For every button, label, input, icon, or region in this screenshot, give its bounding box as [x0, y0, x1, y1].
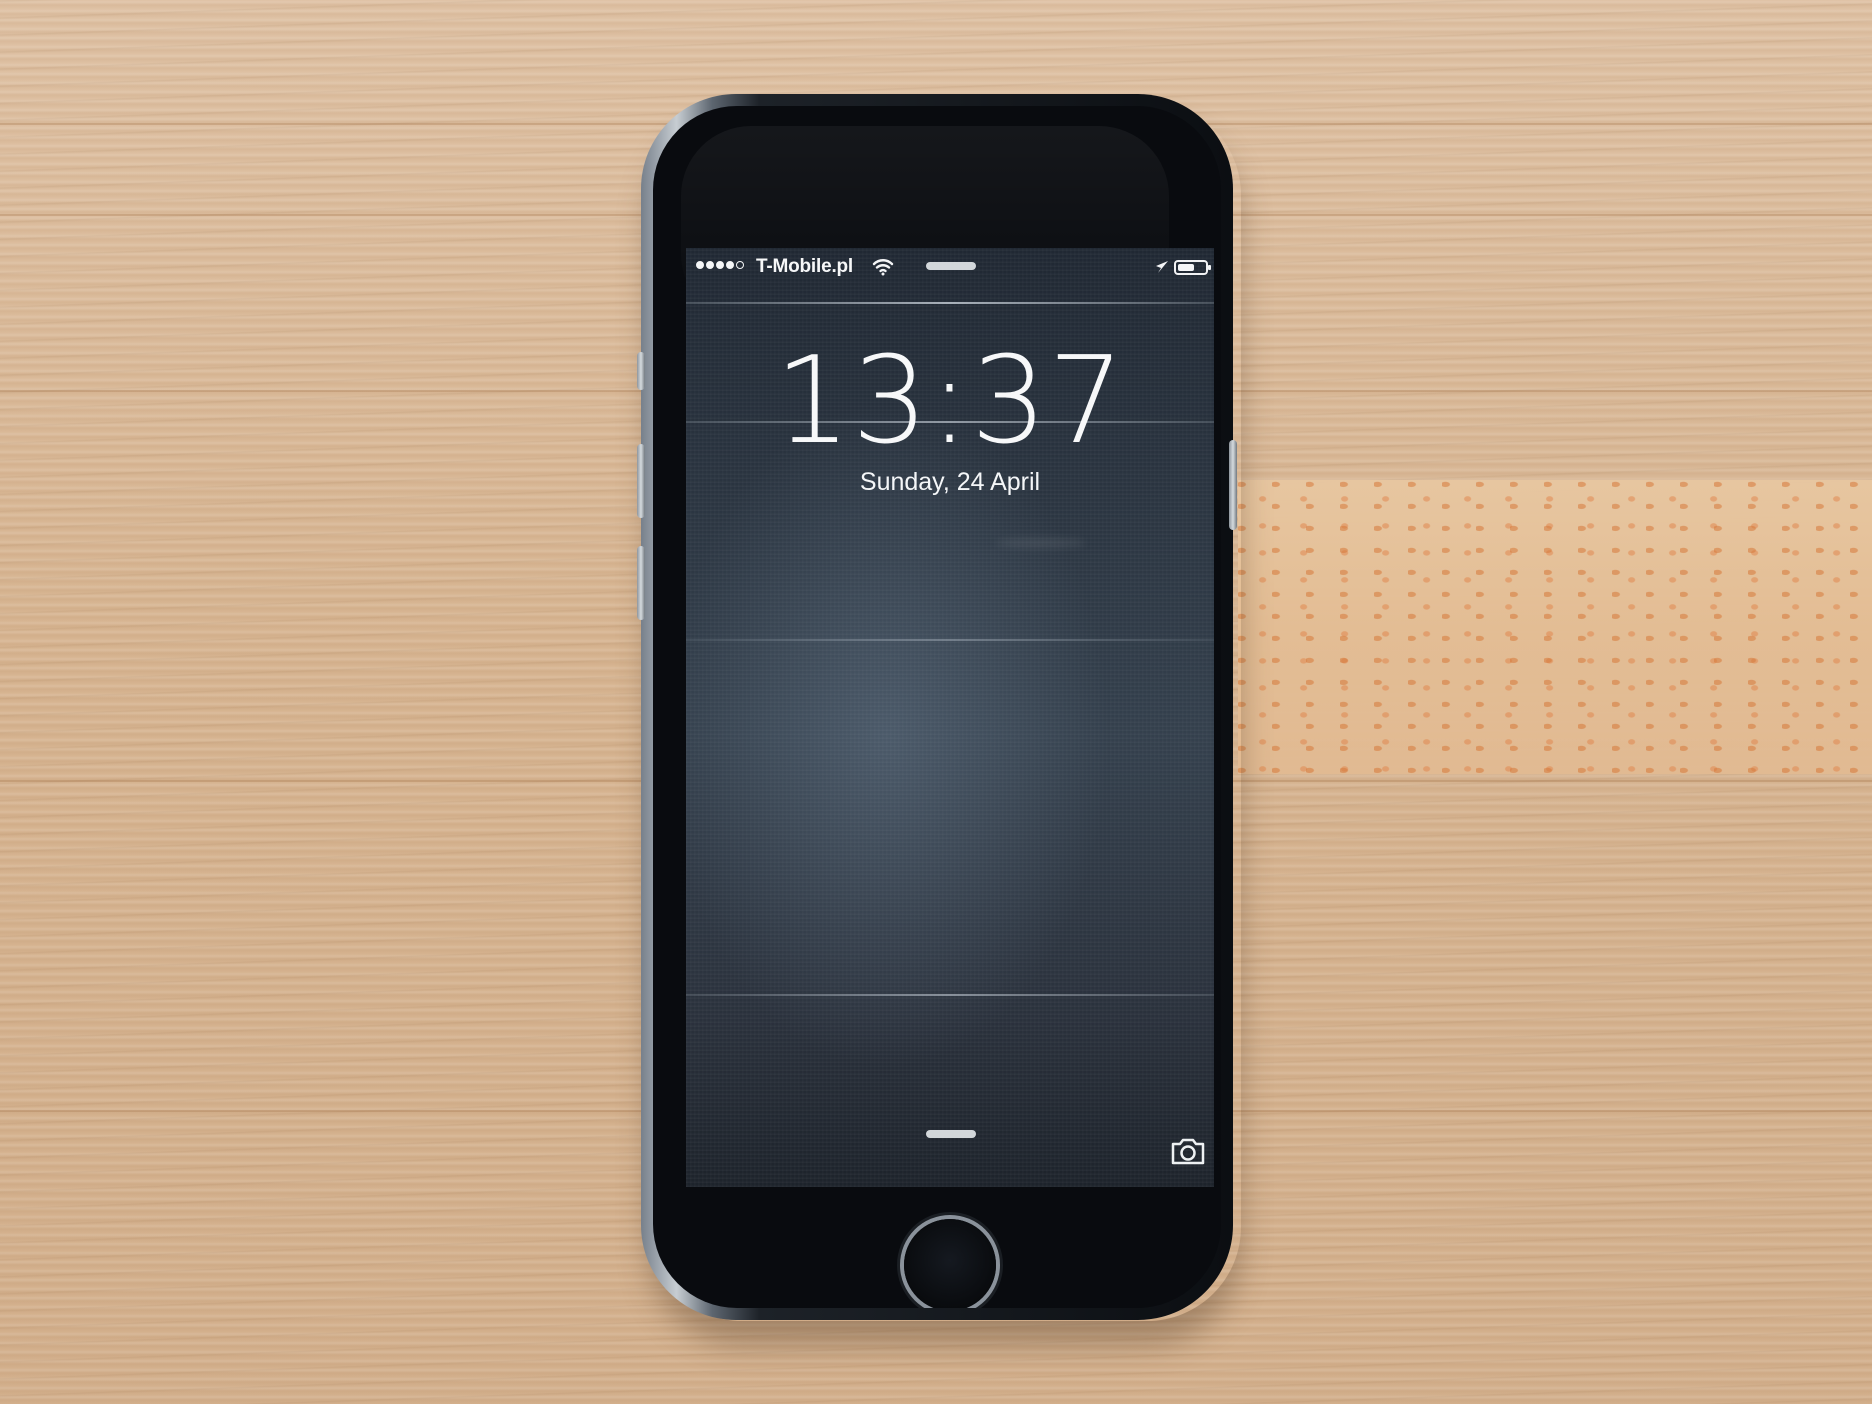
volume-down-button	[637, 546, 645, 620]
status-bar: T-Mobile.pl	[686, 248, 1214, 286]
wood-knot-patch	[1238, 480, 1872, 774]
lock-screen[interactable]: T-Mobile.pl 13:37 Sunday, 24 April	[686, 248, 1214, 1187]
carrier-name: T-Mobile.pl	[756, 256, 854, 277]
lock-screen-date: Sunday, 24 April	[859, 468, 1041, 496]
signal-dot-empty	[736, 261, 744, 269]
power-button	[1229, 440, 1237, 530]
screen-horizontal-line	[686, 639, 1214, 641]
volume-up-button	[637, 444, 645, 518]
screen-glare	[996, 538, 1086, 548]
signal-dot	[706, 261, 714, 269]
battery-level-fill	[1178, 264, 1194, 271]
signal-dot	[716, 261, 724, 269]
signal-dot	[726, 261, 734, 269]
signal-dot	[696, 261, 704, 269]
camera-icon[interactable]	[1169, 1136, 1207, 1166]
home-button[interactable]	[904, 1219, 996, 1308]
location-arrow-icon	[1156, 261, 1168, 273]
control-center-grabber[interactable]	[926, 1130, 976, 1138]
wifi-icon	[872, 259, 894, 276]
smartphone: T-Mobile.pl 13:37 Sunday, 24 April	[637, 94, 1237, 1320]
battery-icon	[1174, 260, 1211, 275]
notification-center-grabber[interactable]	[926, 262, 976, 270]
phone-front-panel: T-Mobile.pl 13:37 Sunday, 24 April	[653, 106, 1221, 1308]
lock-screen-time: 13:37	[774, 332, 1126, 471]
screen-horizontal-line	[686, 994, 1214, 996]
signal-dots-icon	[696, 261, 744, 269]
ringer-switch	[637, 352, 645, 390]
screen-horizontal-line	[686, 302, 1214, 304]
